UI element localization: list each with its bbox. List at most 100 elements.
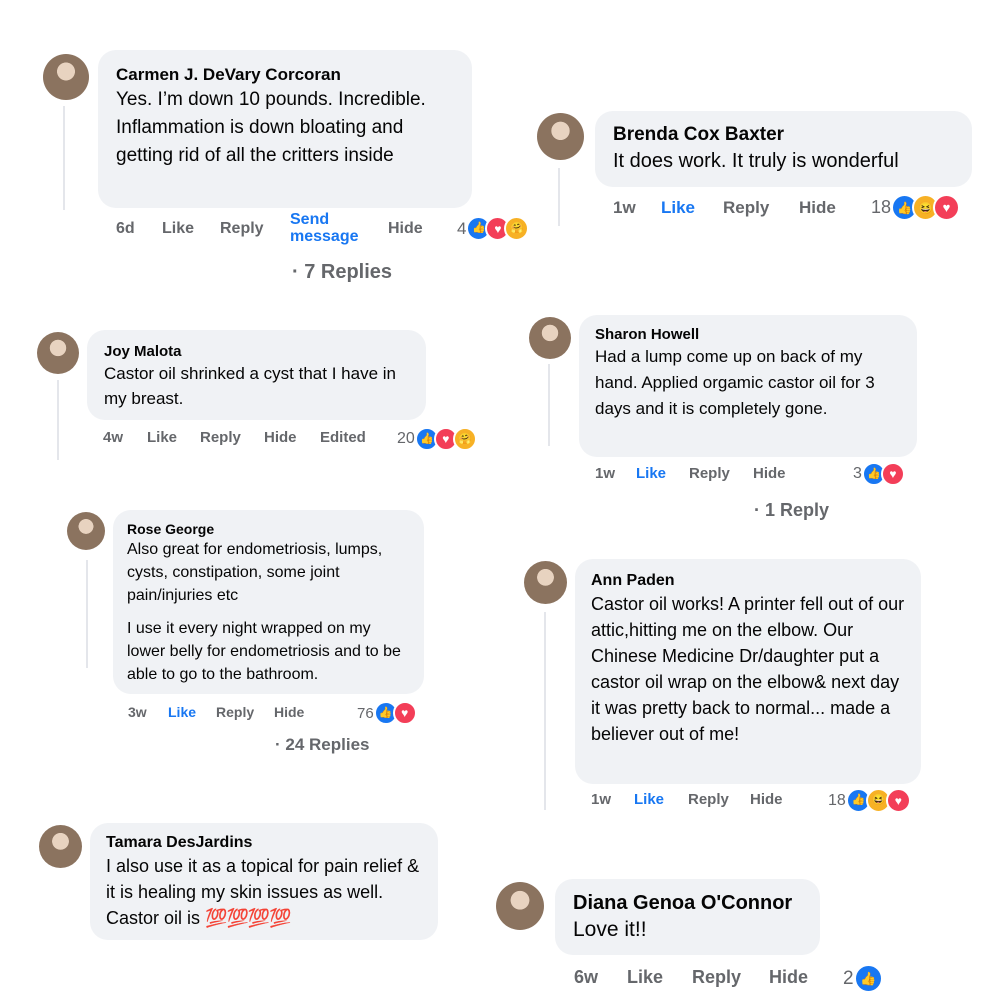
thread-line	[548, 364, 550, 446]
comment-text: Love it!!	[573, 918, 647, 941]
reaction-summary[interactable]: 18 👍 😆 ♥	[871, 194, 961, 221]
like-button[interactable]: Like	[168, 704, 216, 720]
reaction-summary[interactable]: 20 👍 ♥ 🤗	[397, 427, 477, 451]
love-reaction-icon: ♥	[392, 701, 417, 725]
like-button[interactable]: Like	[661, 198, 723, 218]
hide-button[interactable]: Hide	[769, 967, 808, 988]
comment-bubble: Rose George Also great for endometriosis…	[113, 510, 424, 694]
comment-text: I use it every night wrapped on my lower…	[127, 620, 401, 683]
comment-actions: 6d Like Reply Send message Hide	[116, 211, 423, 246]
thread-line	[558, 168, 560, 226]
comment-author[interactable]: Carmen J. DeVary Corcoran	[116, 64, 454, 86]
hide-button[interactable]: Hide	[750, 791, 783, 808]
reaction-summary[interactable]: 3 👍 ♥	[853, 462, 905, 486]
reaction-summary[interactable]: 2 👍	[843, 964, 883, 993]
like-reaction-icon: 👍	[853, 964, 883, 993]
comment-bubble: Ann Paden Castor oil works! A printer fe…	[575, 559, 921, 784]
comment-author[interactable]: Brenda Cox Baxter	[613, 123, 954, 147]
comment-author[interactable]: Sharon Howell	[595, 325, 901, 344]
comment-text: Castor oil shrinked a cyst that I have i…	[104, 364, 396, 408]
hide-button[interactable]: Hide	[274, 704, 304, 720]
comment-author[interactable]: Joy Malota	[104, 342, 409, 361]
comment-bubble: Carmen J. DeVary Corcoran Yes. I’m down …	[98, 50, 472, 208]
timestamp: 6w	[574, 967, 599, 987]
avatar[interactable]	[43, 54, 89, 100]
reaction-count: 3	[853, 465, 862, 482]
hide-button[interactable]: Hide	[799, 198, 836, 218]
comment-bubble: Sharon Howell Had a lump come up on back…	[579, 315, 917, 457]
timestamp: 6d	[116, 219, 135, 237]
reaction-summary[interactable]: 18 👍 😆 ♥	[828, 788, 911, 813]
timestamp: 1w	[613, 198, 636, 217]
avatar[interactable]	[67, 512, 105, 550]
thread-line	[86, 560, 88, 668]
reply-button[interactable]: Reply	[216, 704, 274, 720]
comment-actions: 1w Like Reply Hide	[591, 791, 783, 808]
comment-text: Yes. I’m down 10 pounds. Incredible. Inf…	[116, 89, 426, 166]
care-reaction-icon: 🤗	[452, 427, 477, 451]
comment-actions: 3w Like Reply Hide	[128, 704, 304, 720]
view-replies-link[interactable]: · 1 Reply	[754, 500, 829, 521]
reply-button[interactable]: Reply	[723, 198, 799, 218]
care-reaction-icon: 🤗	[504, 216, 530, 241]
timestamp: 4w	[103, 429, 124, 446]
reaction-count: 18	[871, 197, 892, 217]
reaction-count: 20	[397, 430, 415, 447]
comment-actions: 6w Like Reply Hide	[574, 967, 808, 988]
comment-bubble: Diana Genoa O'Connor Love it!!	[555, 879, 820, 955]
comment-text: It does work. It truly is wonderful	[613, 150, 899, 172]
timestamp: 1w	[595, 465, 616, 482]
avatar[interactable]	[529, 317, 571, 359]
edited-label: Edited	[320, 429, 366, 446]
reaction-summary[interactable]: 76 👍 ♥	[357, 701, 417, 725]
thread-line	[63, 106, 65, 210]
hundred-points-emoji: 💯💯💯💯	[205, 908, 292, 928]
love-reaction-icon: ♥	[933, 194, 961, 221]
comment-author[interactable]: Tamara DesJardins	[106, 833, 422, 853]
love-reaction-icon: ♥	[885, 788, 911, 813]
comment-text: Also great for endometriosis, lumps, cys…	[127, 541, 383, 604]
comment-bubble: Tamara DesJardins I also use it as a top…	[90, 823, 438, 940]
reaction-count: 76	[357, 704, 374, 722]
comment-bubble: Joy Malota Castor oil shrinked a cyst th…	[87, 330, 426, 420]
reaction-count: 4	[457, 218, 467, 238]
send-message-button[interactable]: Send message	[290, 211, 388, 246]
view-replies-link[interactable]: · 24 Replies	[275, 735, 370, 755]
avatar[interactable]	[496, 882, 544, 930]
timestamp: 1w	[591, 791, 612, 808]
view-replies-link[interactable]: · 7 Replies	[292, 261, 392, 284]
reaction-count: 2	[843, 967, 854, 989]
avatar[interactable]	[39, 825, 82, 868]
reply-button[interactable]: Reply	[200, 429, 264, 446]
comment-author[interactable]: Rose George	[127, 520, 410, 538]
like-button[interactable]: Like	[627, 967, 692, 988]
reaction-summary[interactable]: 4 👍 ♥ 🤗	[457, 216, 530, 241]
like-button[interactable]: Like	[634, 791, 688, 808]
comment-actions: 1w Like Reply Hide	[613, 198, 836, 218]
comment-author[interactable]: Ann Paden	[591, 571, 905, 591]
reply-button[interactable]: Reply	[692, 967, 769, 988]
comment-author[interactable]: Diana Genoa O'Connor	[573, 891, 802, 915]
comment-actions: 1w Like Reply Hide	[595, 465, 786, 482]
like-button[interactable]: Like	[162, 220, 220, 238]
avatar[interactable]	[537, 113, 584, 160]
reply-button[interactable]: Reply	[220, 220, 290, 238]
thread-line	[57, 380, 59, 460]
like-button[interactable]: Like	[636, 465, 689, 482]
like-button[interactable]: Like	[147, 429, 200, 446]
comment-actions: 4w Like Reply Hide Edited	[103, 429, 366, 446]
avatar[interactable]	[524, 561, 567, 604]
hide-button[interactable]: Hide	[388, 220, 423, 238]
avatar[interactable]	[37, 332, 79, 374]
reply-button[interactable]: Reply	[688, 791, 750, 808]
reply-button[interactable]: Reply	[689, 465, 753, 482]
comment-text: Had a lump come up on back of my hand. A…	[595, 347, 875, 418]
hide-button[interactable]: Hide	[753, 465, 786, 482]
love-reaction-icon: ♥	[880, 462, 905, 486]
thread-line	[544, 612, 546, 810]
hide-button[interactable]: Hide	[264, 429, 320, 446]
comment-text: Castor oil works! A printer fell out of …	[591, 594, 905, 744]
comment-text: I also use it as a topical for pain reli…	[106, 853, 422, 931]
timestamp: 3w	[128, 704, 147, 720]
comment-bubble: Brenda Cox Baxter It does work. It truly…	[595, 111, 972, 187]
